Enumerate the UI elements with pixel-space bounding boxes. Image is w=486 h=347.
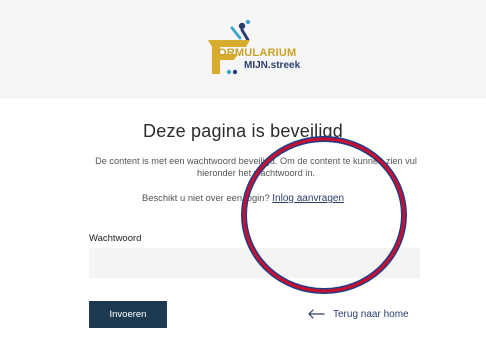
password-label: Wachtwoord — [89, 233, 142, 244]
login-prompt-text: Beschikt u niet over een login? — [141, 192, 270, 203]
login-request-line: Beschikt u niet over een login? Inlog aa… — [0, 192, 486, 204]
login-request-link[interactable]: Inlog aanvragen — [272, 193, 344, 204]
header-divider — [0, 97, 486, 98]
logo-wordmark: ORMULARIUM — [218, 47, 297, 59]
logo-subtitle: MIJN.streek — [244, 60, 301, 71]
password-field[interactable] — [89, 248, 420, 278]
page-title: Deze pagina is beveiligd — [143, 121, 343, 141]
submit-button[interactable]: Invoeren — [89, 301, 167, 328]
back-home-link[interactable]: Terug naar home — [307, 306, 409, 322]
site-header: ORMULARIUM MIJN.streek — [0, 0, 486, 97]
back-home-label: Terug naar home — [333, 308, 409, 320]
intro-text: De content is met een wachtwoord beveili… — [95, 156, 417, 178]
arrow-left-icon — [308, 309, 325, 319]
